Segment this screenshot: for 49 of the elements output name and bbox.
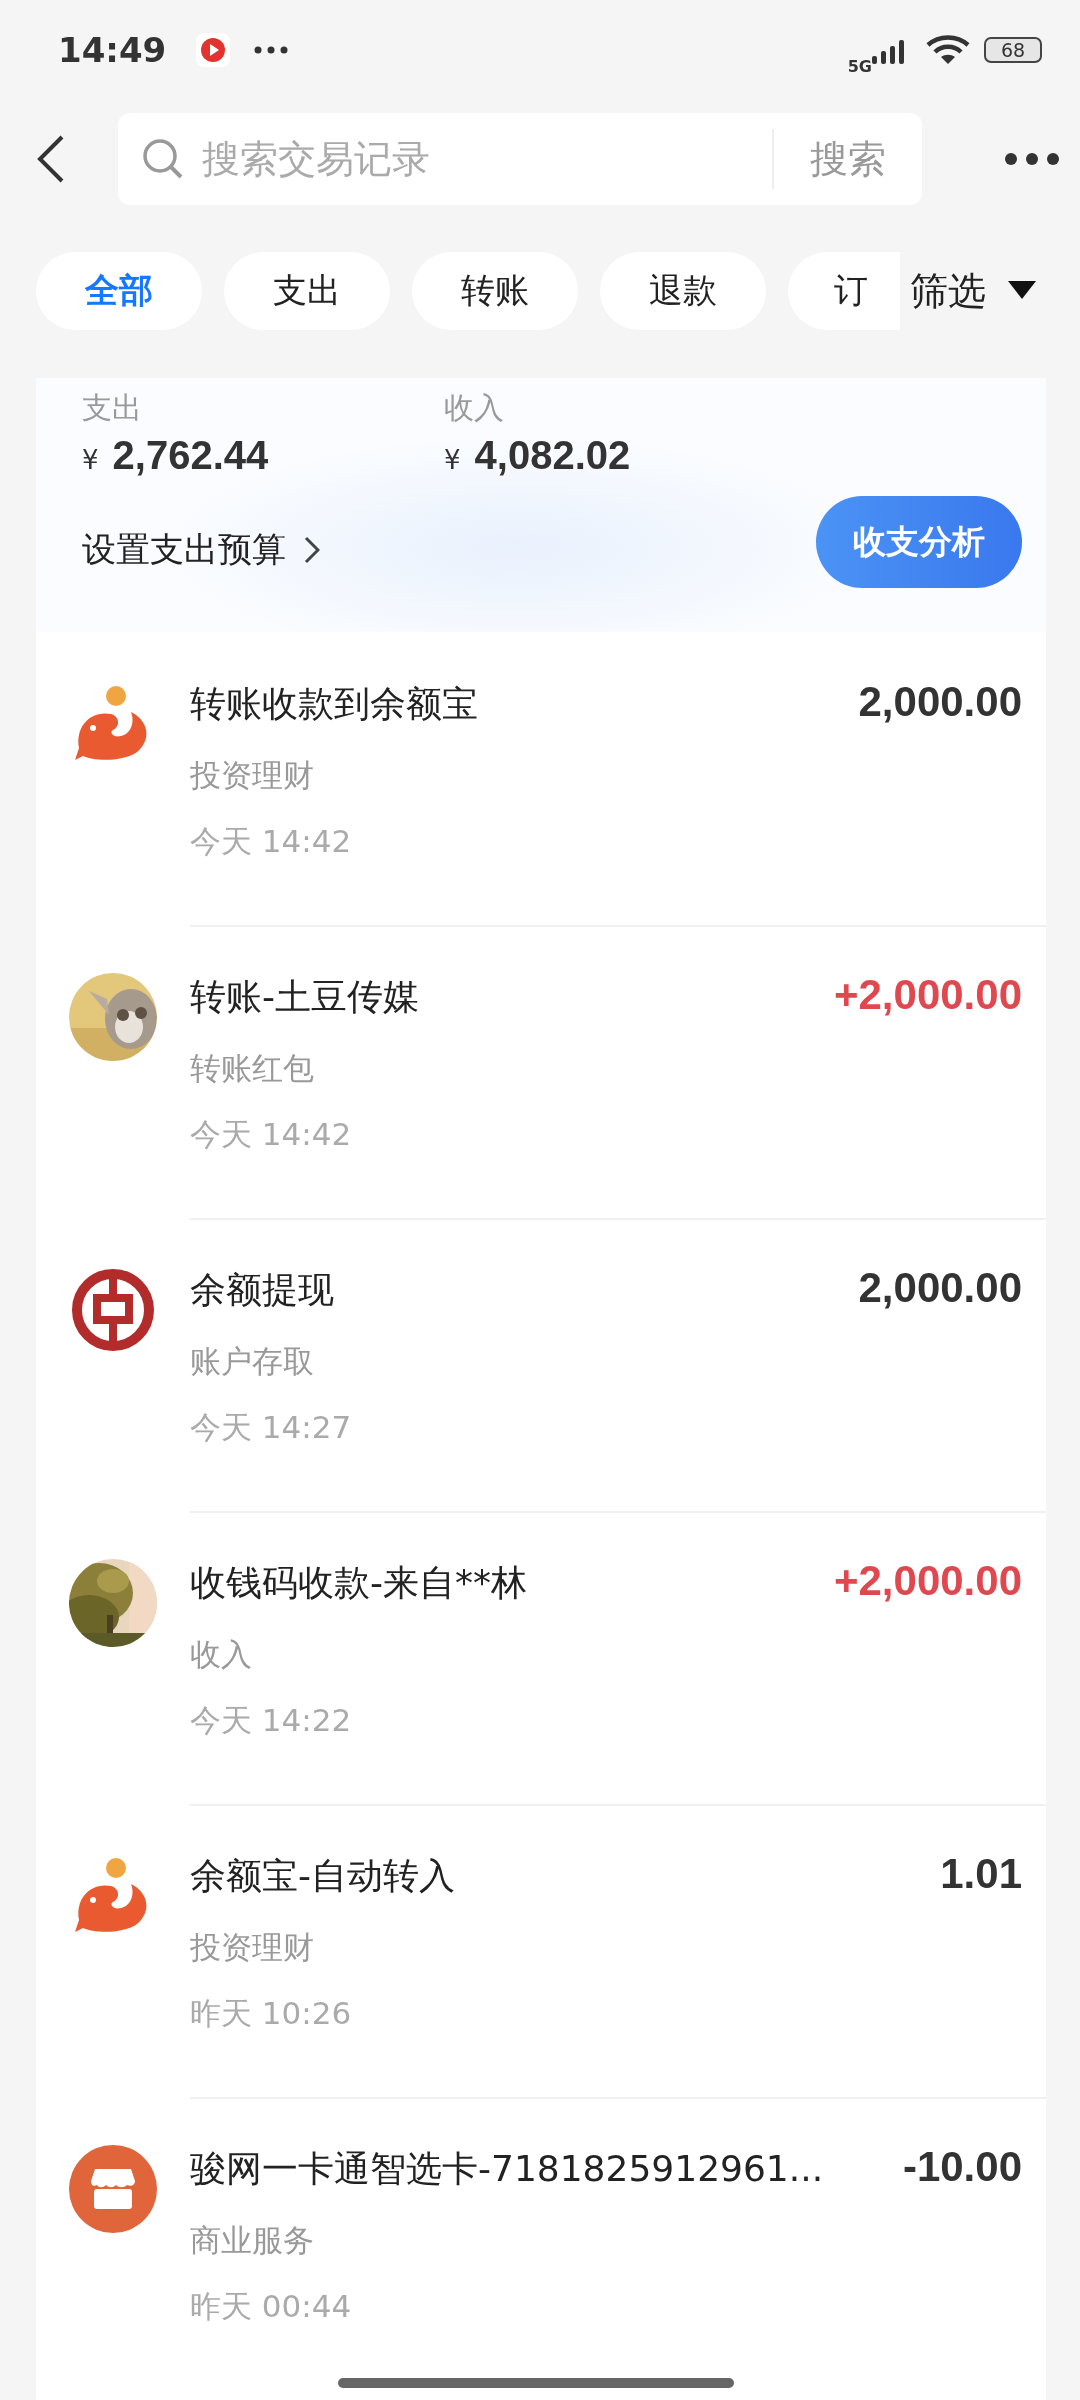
transaction-time: 今天 14:27 [190,1408,353,1447]
chevron-right-icon [304,536,320,564]
transaction-amount: +2,000.00 [833,970,1023,1020]
transaction-title[interactable]: 转账-土豆传媒 [190,973,814,1022]
filter-tab[interactable]: 退款 [600,252,766,330]
transaction-time: 今天 14:42 [190,822,353,861]
income-label: 收入 [444,389,505,427]
transaction-category: 收入 [190,1635,253,1674]
expense-label: 支出 [82,389,143,427]
transaction-category: 投资理财 [190,1928,315,1967]
budget-link[interactable]: 设置支出预算 [82,527,286,573]
transaction-time: 昨天 10:26 [190,1994,353,2033]
transaction-amount: 2,000.00 [857,677,1023,727]
transaction-amount: -10.00 [901,2142,1023,2192]
transaction-time: 今天 14:22 [190,1701,353,1740]
income-total: 4,082.02 [474,433,631,478]
filter-tab[interactable]: 转账 [412,252,578,330]
more-icon[interactable] [1004,152,1060,166]
more-notifications-icon [254,46,289,54]
transaction-title[interactable]: 余额提现 [190,1266,839,1315]
transaction-category: 账户存取 [190,1342,315,1381]
filter-tab[interactable]: 全部 [36,252,202,330]
transaction-title[interactable]: 转账收款到余额宝 [190,680,839,729]
analysis-button[interactable]: 收支分析 [816,496,1022,588]
expense-total: 2,762.44 [112,433,269,478]
search-icon [142,138,184,180]
dropdown-icon [1008,281,1036,301]
filter-tab[interactable]: 支出 [224,252,390,330]
transaction-amount: 1.01 [939,1849,1023,1899]
battery-indicator: 68 [984,37,1042,63]
transaction-category: 商业服务 [190,2221,315,2260]
transaction-amount: +2,000.00 [833,1556,1023,1606]
bank-icon [69,1266,157,1354]
transaction-title[interactable]: 骏网一卡通智选卡-7181825912961... [190,2145,883,2194]
transaction-title[interactable]: 收钱码收款-来自**林 [190,1559,814,1608]
transaction-title[interactable]: 余额宝-自动转入 [190,1852,921,1901]
currency-symbol: ¥ [444,445,461,475]
filter-tab[interactable]: 订 [788,252,900,330]
currency-symbol: ¥ [82,445,99,475]
transaction-time: 昨天 00:44 [190,2287,353,2326]
transaction-time: 今天 14:42 [190,1115,353,1154]
status-time: 14:49 [58,30,167,70]
store-icon [69,2145,157,2233]
transaction-category: 转账红包 [190,1049,315,1088]
transaction-category: 投资理财 [190,756,315,795]
app-notification-icon [196,33,231,67]
transaction-amount: 2,000.00 [857,1263,1023,1313]
wifi-icon [926,34,970,66]
network-type: 5G [847,56,872,76]
